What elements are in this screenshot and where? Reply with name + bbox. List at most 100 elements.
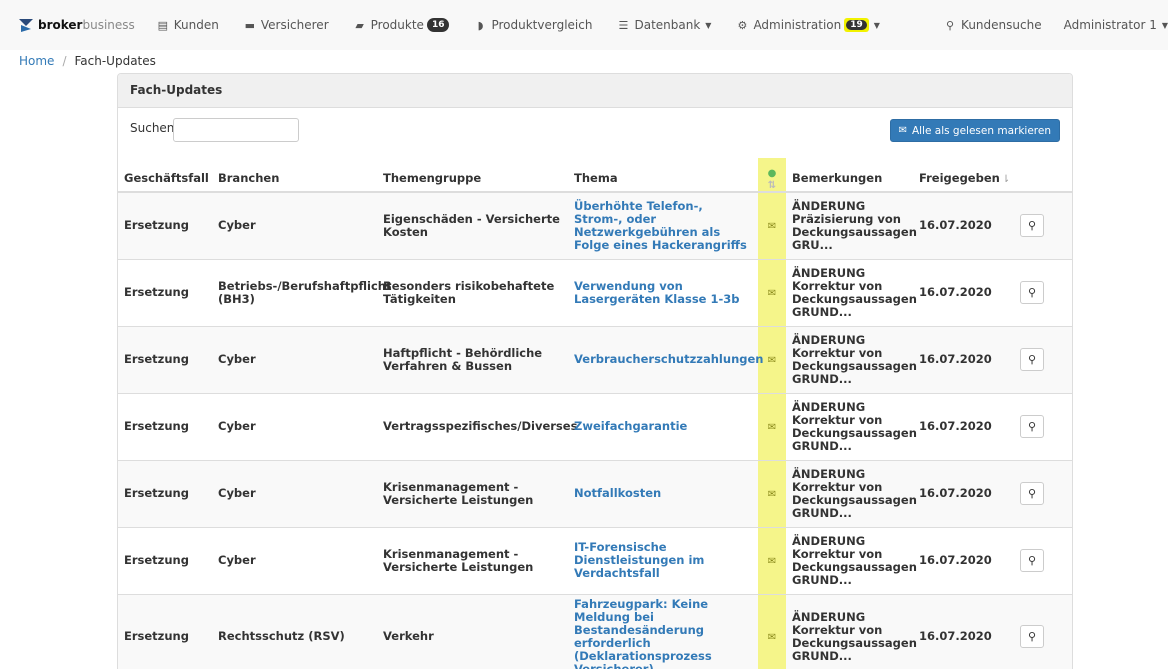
col-geschaeftsfall[interactable]: Geschäftsfall: [118, 158, 212, 193]
cell-thema: Zweifachgarantie: [568, 392, 758, 460]
table-row[interactable]: Ersetzung Cyber Krisenmanagement - Versi…: [118, 526, 1072, 594]
table-row[interactable]: Ersetzung Betriebs-/Berufshaftpflicht (B…: [118, 258, 1072, 326]
administration-count-badge: 19: [844, 18, 869, 32]
shield-icon: ◗: [477, 18, 484, 32]
col-bemerkungen[interactable]: Bemerkungen: [786, 158, 913, 193]
briefcase-icon: ▬: [244, 18, 256, 32]
thema-link[interactable]: Verbraucherschutzzahlungen: [574, 352, 763, 366]
table-header-row: Geschäftsfall Branchen Themengruppe Them…: [118, 158, 1072, 193]
envelope-icon: ✉: [767, 354, 777, 366]
thema-link[interactable]: Verwendung von Lasergeräten Klasse 1-3b: [574, 279, 739, 306]
cell-bemerkungen: ÄNDERUNG Korrektur von Deckungsaussagen …: [786, 325, 917, 393]
cell-thema: Verbraucherschutzzahlungen: [568, 325, 763, 393]
view-button[interactable]: ⚲: [1020, 625, 1044, 648]
cell-thema: IT-Forensische Dienstleistungen im Verda…: [568, 526, 758, 594]
search-icon: ⚲: [946, 18, 955, 32]
cell-freigegeben: 16.07.2020: [913, 459, 1014, 527]
breadcrumb-home[interactable]: Home: [19, 54, 54, 68]
search-icon: ⚲: [1027, 219, 1037, 233]
database-icon: ☰: [618, 18, 629, 32]
cell-freigegeben: 16.07.2020: [913, 392, 1014, 460]
table-row[interactable]: Ersetzung Cyber Krisenmanagement - Versi…: [118, 459, 1072, 527]
table-row[interactable]: Ersetzung Cyber Vertragsspezifisches/Div…: [118, 392, 1072, 460]
nav-user-menu[interactable]: Administrator 1 ▼: [1064, 0, 1168, 50]
col-actions: [1014, 158, 1072, 193]
nav-produkte[interactable]: ▰ Produkte 16: [354, 0, 450, 50]
col-unread-flag[interactable]: ● ⇅: [758, 158, 786, 193]
search-icon: ⚲: [1027, 353, 1037, 366]
envelope-icon: ✉: [767, 555, 777, 567]
nav-kundensuche-label: Kundensuche: [961, 18, 1042, 32]
cell-freigegeben: 16.07.2020: [913, 258, 1014, 326]
mark-all-read-button[interactable]: ✉ Alle als gelesen markieren: [889, 119, 1060, 142]
broker-logo-icon: [19, 19, 33, 32]
col-freigegeben[interactable]: Freigegeben ⇂: [913, 158, 1014, 193]
cell-bemerkungen: ÄNDERUNG Korrektur von Deckungsaussagen …: [786, 526, 917, 594]
book-icon: ▰: [355, 18, 364, 32]
cell-branchen: Cyber: [212, 325, 377, 393]
nav-datenbank[interactable]: ☰ Datenbank ▼: [617, 0, 712, 50]
brand-bold: broker: [38, 18, 83, 32]
cell-branchen: Cyber: [212, 392, 377, 460]
view-button[interactable]: ⚲: [1020, 281, 1044, 304]
nav-administration[interactable]: ⚙ Administration 19 ▼: [736, 0, 880, 50]
table-row[interactable]: Ersetzung Cyber Eigenschäden - Versicher…: [118, 191, 1072, 259]
nav-kunden[interactable]: ▤ Kunden: [157, 0, 219, 50]
cell-freigegeben: 16.07.2020: [913, 325, 1014, 393]
search-icon: ⚲: [1027, 630, 1037, 643]
search-input[interactable]: [173, 118, 299, 142]
view-button[interactable]: ⚲: [1020, 415, 1044, 438]
cell-unread-flag: ✉: [758, 392, 786, 460]
thema-link[interactable]: IT-Forensische Dienstleistungen im Verda…: [574, 540, 704, 580]
cell-freigegeben: 16.07.2020: [913, 593, 1014, 669]
cell-themengruppe: Krisenmanagement - Versicherte Leistunge…: [377, 459, 568, 527]
nav-user-label: Administrator 1: [1063, 18, 1157, 32]
nav-kundensuche[interactable]: ⚲ Kundensuche: [944, 0, 1042, 50]
nav-administration-label: Administration: [753, 18, 842, 32]
breadcrumb: Home / Fach-Updates: [19, 54, 156, 68]
cell-geschaeftsfall: Ersetzung: [118, 593, 212, 669]
table-row[interactable]: Ersetzung Cyber Haftpflicht - Behördlich…: [118, 325, 1072, 393]
brand-link[interactable]: brokerbusiness: [18, 17, 135, 33]
envelope-icon: ✉: [767, 287, 777, 299]
cell-actions: ⚲: [1014, 191, 1072, 259]
view-button[interactable]: ⚲: [1020, 214, 1044, 238]
produkte-count-badge: 16: [426, 18, 450, 32]
thema-link[interactable]: Notfallkosten: [574, 486, 661, 500]
table-row[interactable]: Ersetzung Rechtsschutz (RSV) Verkehr Fah…: [118, 593, 1072, 669]
chevron-down-icon: ▼: [705, 20, 712, 30]
col-themengruppe[interactable]: Themengruppe: [377, 158, 568, 193]
top-navbar: brokerbusiness ▤ Kunden ▬ Versicherer ▰ …: [0, 0, 1168, 50]
nav-kunden-label: Kunden: [173, 18, 219, 32]
col-thema[interactable]: Thema: [568, 158, 758, 193]
nav-produktvergleich[interactable]: ◗ Produktvergleich: [474, 0, 593, 50]
envelope-icon: ✉: [767, 631, 777, 643]
thema-link[interactable]: Überhöhte Telefon-, Strom-, oder Netzwer…: [574, 199, 747, 252]
cell-themengruppe: Krisenmanagement - Versicherte Leistunge…: [377, 526, 568, 594]
sort-desc-icon: ⇂: [1001, 174, 1011, 185]
col-branchen[interactable]: Branchen: [212, 158, 377, 193]
nav-versicherer[interactable]: ▬ Versicherer: [244, 0, 329, 50]
cell-themengruppe: Verkehr: [377, 593, 568, 669]
thema-link[interactable]: Zweifachgarantie: [574, 419, 687, 433]
nav-produkte-label: Produkte: [370, 18, 424, 32]
gears-icon: ⚙: [737, 18, 748, 32]
cell-thema: Fahrzeugpark: Keine Meldung bei Bestande…: [568, 593, 758, 669]
cell-unread-flag: ✉: [758, 526, 786, 594]
cell-themengruppe: Eigenschäden - Versicherte Kosten: [377, 191, 568, 259]
view-button[interactable]: ⚲: [1020, 549, 1044, 572]
envelope-icon: ✉: [767, 220, 777, 232]
cell-actions: ⚲: [1014, 325, 1072, 393]
sort-icon: ⇅: [767, 180, 777, 191]
cell-bemerkungen: ÄNDERUNG Korrektur von Deckungsaussagen …: [786, 459, 917, 527]
chevron-down-icon: ▼: [1161, 20, 1168, 30]
view-button[interactable]: ⚲: [1020, 482, 1044, 505]
view-button[interactable]: ⚲: [1020, 348, 1044, 371]
cell-geschaeftsfall: Ersetzung: [118, 526, 212, 594]
cell-actions: ⚲: [1014, 526, 1072, 594]
cell-freigegeben: 16.07.2020: [913, 191, 1014, 259]
cell-thema: Verwendung von Lasergeräten Klasse 1-3b: [568, 258, 758, 326]
thema-link[interactable]: Fahrzeugpark: Keine Meldung bei Bestande…: [574, 597, 712, 669]
cell-branchen: Cyber: [212, 526, 377, 594]
envelope-open-icon: ✉: [898, 125, 907, 136]
